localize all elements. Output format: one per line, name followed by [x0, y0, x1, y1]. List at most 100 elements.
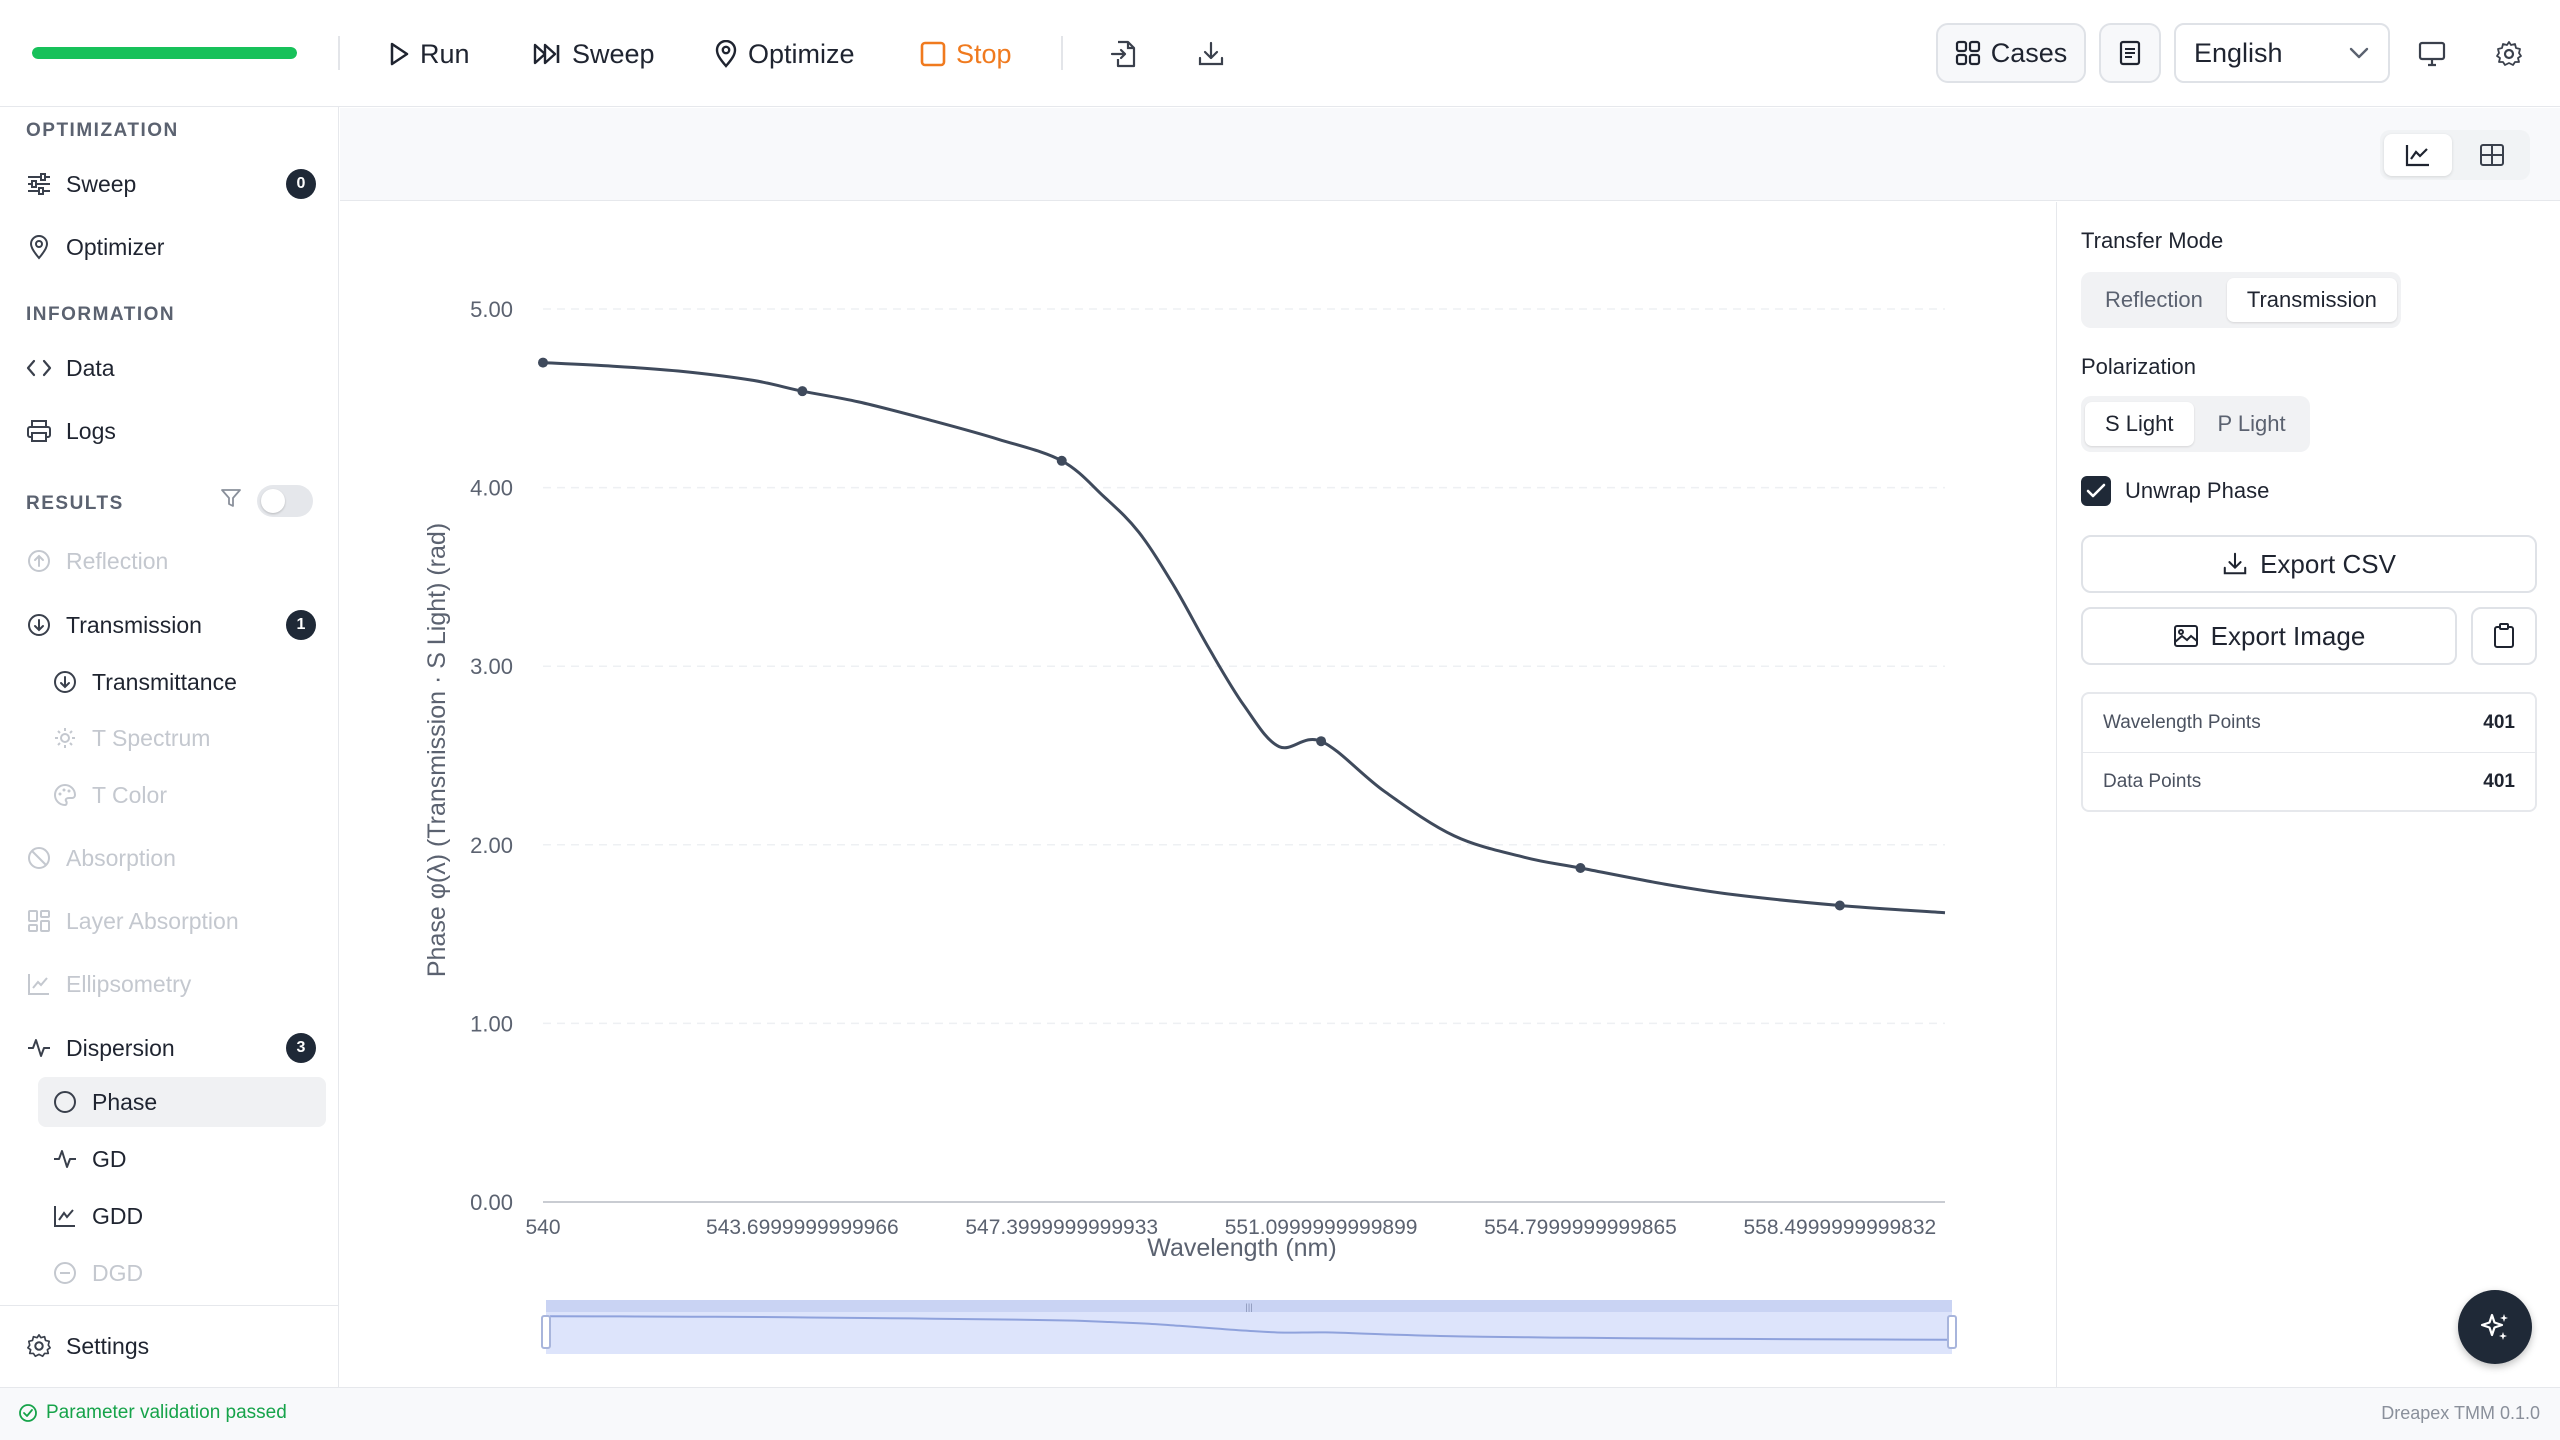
- sidebar-item-label: GDD: [92, 1202, 144, 1229]
- ai-assistant-button[interactable]: [2458, 1290, 2532, 1364]
- layout-icon: [26, 908, 52, 934]
- run-label: Run: [420, 38, 470, 69]
- sidebar-item-layer-absorption[interactable]: Layer Absorption: [26, 896, 316, 946]
- sweep-button[interactable]: Sweep: [532, 30, 655, 78]
- reflection-option[interactable]: Reflection: [2085, 278, 2223, 322]
- transfer-mode-selector: Reflection Transmission: [2081, 272, 2401, 328]
- export-csv-label: Export CSV: [2260, 548, 2396, 579]
- toolbar: Run Sweep Optimize Stop Cases English: [0, 0, 2560, 107]
- sliders-icon: [26, 171, 52, 197]
- sidebar-item-transmission[interactable]: Transmission 1: [26, 600, 316, 650]
- sidebar-item-reflection[interactable]: Reflection: [26, 536, 316, 586]
- download-button[interactable]: [1193, 36, 1229, 72]
- y-tick-label: 0.00: [470, 1190, 513, 1215]
- s-light-option[interactable]: S Light: [2085, 402, 2194, 446]
- download-icon: [2222, 551, 2248, 577]
- activity-icon: [52, 1146, 78, 1172]
- grid-lines: [543, 308, 1945, 1203]
- stat-label: Data Points: [2103, 770, 2202, 792]
- phase-chart[interactable]: 0.00 1.00 2.00 3.00 4.00 5.00 540 543.69999999…: [340, 202, 2055, 1387]
- import-button[interactable]: [1106, 36, 1142, 72]
- sidebar-item-label: Dispersion: [66, 1034, 175, 1061]
- stat-label: Wavelength Points: [2103, 712, 2261, 733]
- sidebar-item-data[interactable]: Data: [26, 343, 316, 393]
- settings-button[interactable]: [2491, 36, 2527, 72]
- table-view-button[interactable]: [2458, 134, 2526, 176]
- stat-row: Wavelength Points 401: [2083, 694, 2535, 752]
- language-select[interactable]: English: [2174, 23, 2390, 83]
- optimize-label: Optimize: [748, 38, 855, 69]
- run-button[interactable]: Run: [388, 30, 470, 78]
- chart-view-button[interactable]: [2384, 134, 2452, 176]
- app-version: Dreapex TMM 0.1.0: [2381, 1403, 2540, 1423]
- sidebar-item-phase[interactable]: Phase: [38, 1077, 326, 1127]
- sidebar-item-gdd[interactable]: GDD: [52, 1191, 324, 1241]
- series-markers: [538, 357, 1845, 911]
- arrow-down-circle-icon: [52, 669, 78, 695]
- language-value: English: [2194, 37, 2283, 68]
- toolbar-divider: [1061, 36, 1063, 70]
- sidebar-item-sweep[interactable]: Sweep 0: [26, 159, 316, 209]
- run-progress-bar: [32, 47, 297, 59]
- monitor-icon: [2418, 41, 2446, 67]
- data-point: [797, 386, 808, 397]
- sidebar-item-absorption[interactable]: Absorption: [26, 833, 316, 883]
- sidebar-item-logs[interactable]: Logs: [26, 406, 316, 456]
- export-image-button[interactable]: Export Image: [2081, 607, 2457, 665]
- sidebar-item-t-spectrum[interactable]: T Spectrum: [52, 713, 324, 763]
- optimize-button[interactable]: Optimize: [714, 30, 855, 78]
- table-icon: [2479, 143, 2505, 167]
- sidebar-item-label: Absorption: [66, 844, 176, 871]
- sidebar-item-label: GD: [92, 1145, 127, 1172]
- document-icon: [2119, 40, 2141, 66]
- sidebar-item-settings[interactable]: Settings: [26, 1321, 316, 1371]
- stop-square-icon: [920, 41, 946, 67]
- filter-icon[interactable]: [220, 487, 246, 513]
- display-button[interactable]: [2414, 36, 2450, 72]
- unwrap-phase-checkbox[interactable]: Unwrap Phase: [2081, 476, 2269, 506]
- sidebar-item-ellipsometry[interactable]: Ellipsometry: [26, 959, 316, 1009]
- zoom-slider-left-handle[interactable]: [541, 1315, 551, 1349]
- image-icon: [2173, 624, 2199, 648]
- sidebar-item-transmittance[interactable]: Transmittance: [52, 657, 324, 707]
- y-tick-labels: 0.00 1.00 2.00 3.00 4.00 5.00: [470, 297, 513, 1215]
- zoom-slider[interactable]: |||: [541, 1300, 1957, 1354]
- transmission-option[interactable]: Transmission: [2226, 278, 2397, 322]
- copy-image-button[interactable]: [2471, 607, 2537, 665]
- validation-status: Parameter validation passed: [18, 1402, 287, 1424]
- sidebar-item-label: Reflection: [66, 547, 169, 574]
- sidebar-item-label: Optimizer: [66, 233, 165, 260]
- checkmark-icon: [2081, 476, 2111, 506]
- chevron-down-icon: [2348, 46, 2370, 60]
- data-point: [538, 357, 548, 368]
- data-point: [1834, 900, 1845, 911]
- notes-button[interactable]: [2099, 23, 2161, 83]
- chart-header: [340, 108, 2560, 201]
- cases-button[interactable]: Cases: [1936, 23, 2086, 83]
- transfer-mode-label: Transfer Mode: [2081, 228, 2224, 253]
- sidebar-item-t-color[interactable]: T Color: [52, 770, 324, 820]
- sparkles-icon: [2478, 1310, 2512, 1344]
- sidebar-item-label: DGD: [92, 1259, 144, 1286]
- sidebar-item-gd[interactable]: GD: [52, 1134, 324, 1184]
- results-filter-toggle[interactable]: [257, 485, 313, 517]
- play-icon: [388, 41, 410, 67]
- sidebar-item-optimizer[interactable]: Optimizer: [26, 222, 316, 272]
- polarization-label: Polarization: [2081, 354, 2196, 379]
- circle-icon: [52, 1089, 78, 1115]
- arrow-down-circle-icon: [26, 612, 52, 638]
- sidebar-item-dispersion[interactable]: Dispersion 3: [26, 1023, 316, 1073]
- printer-icon: [26, 418, 52, 444]
- export-csv-button[interactable]: Export CSV: [2081, 535, 2537, 593]
- series-line: [542, 361, 1946, 915]
- y-tick-label: 4.00: [470, 476, 513, 501]
- p-light-option[interactable]: P Light: [2198, 402, 2306, 446]
- toggle-knob: [261, 489, 285, 513]
- x-tick-label: 540: [525, 1216, 560, 1239]
- clipboard-icon: [2493, 623, 2515, 649]
- stop-button[interactable]: Stop: [920, 30, 1012, 78]
- sidebar-divider: [0, 1305, 339, 1306]
- map-pin-icon: [26, 234, 52, 260]
- zoom-slider-right-handle[interactable]: [1947, 1315, 1957, 1349]
- sidebar-item-dgd[interactable]: DGD: [52, 1248, 324, 1298]
